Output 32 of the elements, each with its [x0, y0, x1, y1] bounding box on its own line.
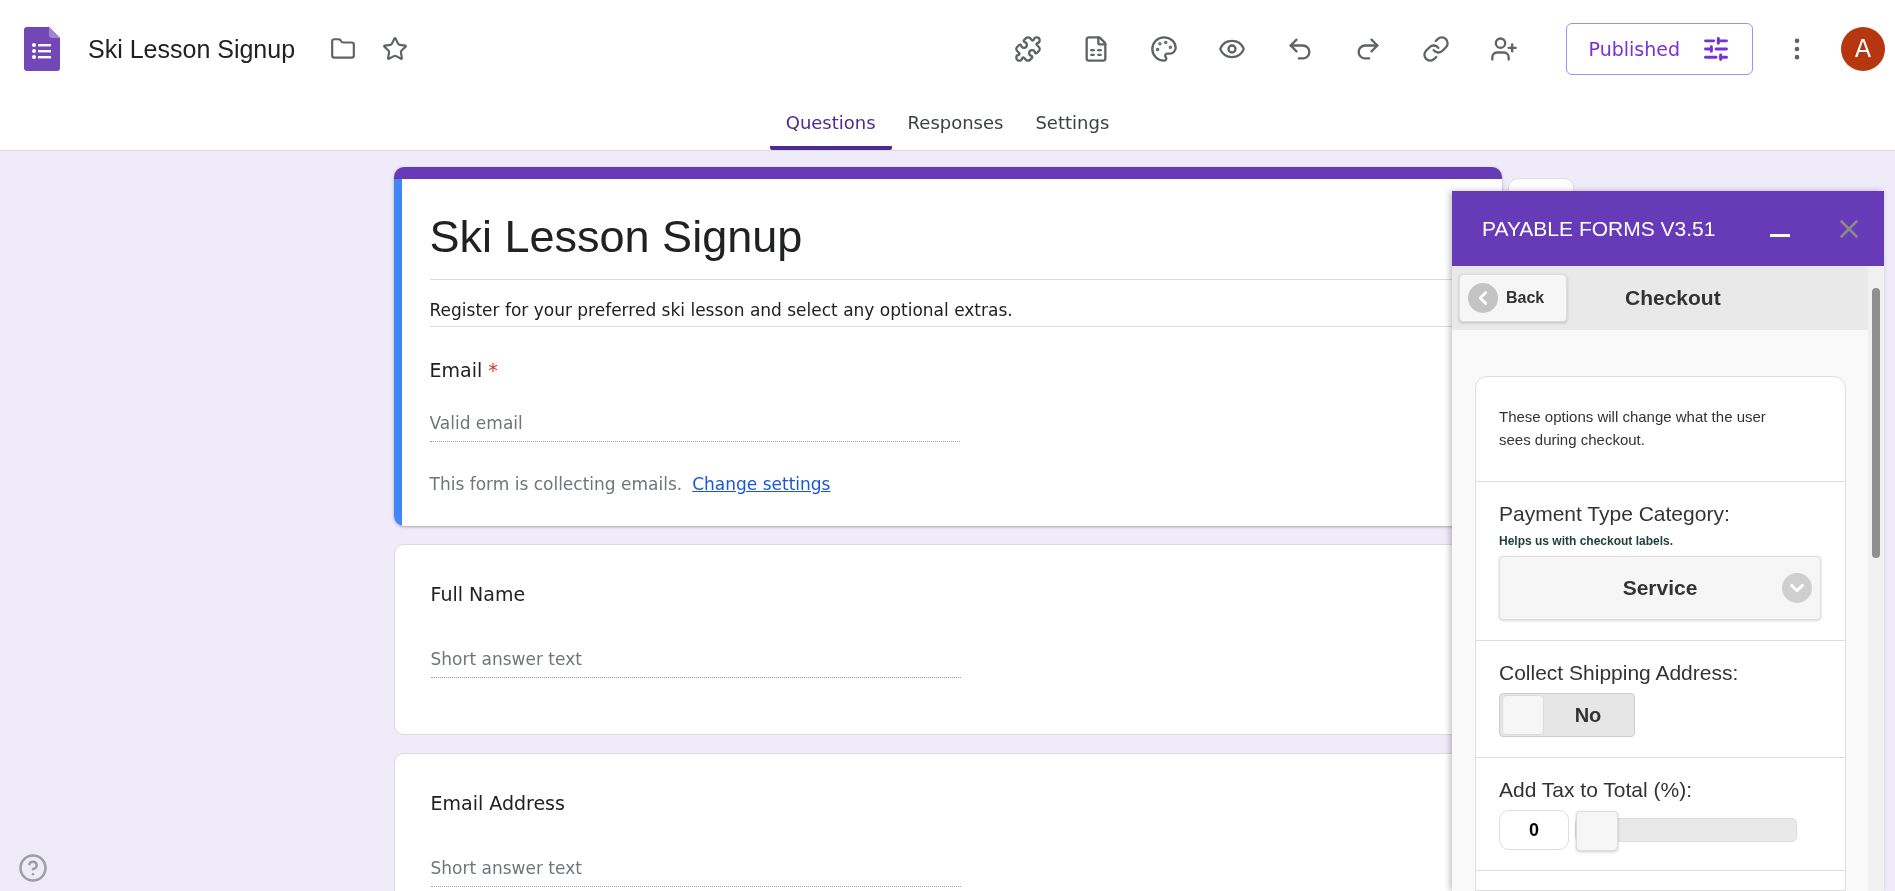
scrollbar[interactable]: [1868, 266, 1884, 891]
question-label: Full Name: [430, 583, 527, 605]
panel-title: PAYABLE FORMS V3.51: [1482, 216, 1717, 241]
published-button[interactable]: Published: [1565, 23, 1753, 75]
shipping-toggle[interactable]: No: [1499, 693, 1635, 737]
tab[interactable]: Responses: [891, 98, 1020, 150]
question-label: Email Address: [430, 792, 566, 814]
slider-thumb[interactable]: [1576, 811, 1618, 851]
panel-heading: Checkout: [1625, 286, 1721, 310]
intro-text: These options will change what the user sees during checkout.: [1499, 407, 1767, 450]
required-mark: *: [488, 359, 498, 381]
document-title[interactable]: Ski Lesson Signup: [88, 34, 296, 64]
field-label: Add Tax to Total (%):: [1499, 778, 1692, 802]
payment-type-select[interactable]: Service: [1499, 556, 1821, 620]
avatar[interactable]: A: [1841, 27, 1885, 71]
field-label: Payment Type Category:: [1499, 502, 1730, 526]
change-settings-link[interactable]: Change settings: [692, 474, 831, 494]
tab[interactable]: Settings: [1019, 98, 1126, 150]
sliders-icon: [1702, 35, 1730, 63]
answer-field[interactable]: Short answer text: [430, 844, 961, 887]
answer-field[interactable]: Valid email: [429, 399, 960, 442]
field-label: Collect Shipping Address:: [1499, 661, 1739, 685]
email-note: This form is collecting emails.: [429, 474, 683, 494]
field-hint: Helps us with checkout labels.: [1499, 534, 1674, 548]
tax-input[interactable]: 0: [1499, 810, 1569, 850]
chevron-down-icon: [1782, 573, 1812, 603]
form-title[interactable]: Ski Lesson Signup: [429, 211, 803, 263]
answer-field[interactable]: Short answer text: [430, 635, 961, 678]
tab[interactable]: Questions: [769, 98, 892, 150]
form-description[interactable]: Register for your preferred ski lesson and select any optional extras.: [429, 300, 1013, 320]
back-button[interactable]: Back: [1459, 274, 1567, 322]
forms-logo-icon[interactable]: [24, 27, 60, 71]
